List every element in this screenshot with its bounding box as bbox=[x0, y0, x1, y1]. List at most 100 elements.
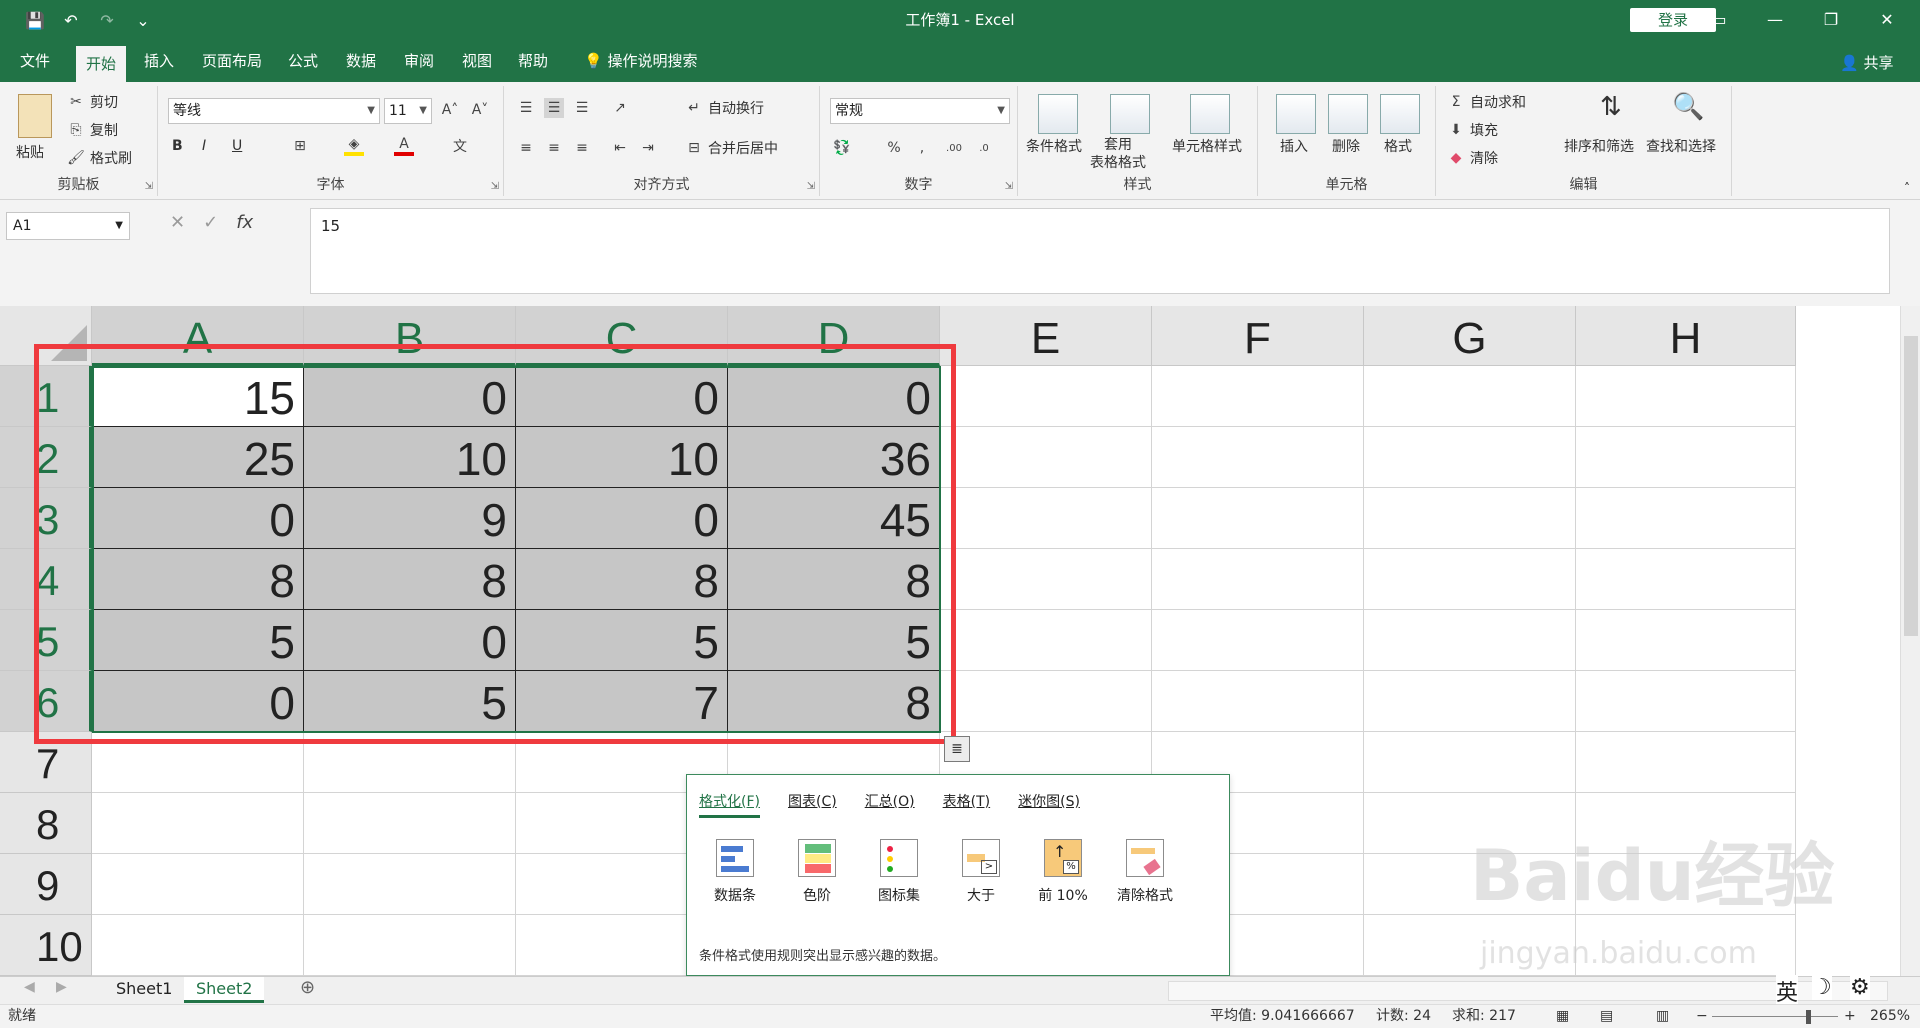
insert-function-icon[interactable]: fx bbox=[236, 212, 253, 233]
delete-cells-icon[interactable] bbox=[1328, 94, 1368, 134]
vertical-scrollbar[interactable] bbox=[1900, 306, 1920, 976]
cell-styles-button[interactable]: 单元格样式 bbox=[1172, 136, 1242, 156]
cell-c2[interactable]: 10 bbox=[516, 427, 728, 488]
insert-cells-icon[interactable] bbox=[1276, 94, 1316, 134]
row-header-10[interactable]: 10 bbox=[0, 915, 92, 976]
sheet-tab-sheet1[interactable]: Sheet1 bbox=[104, 977, 184, 1003]
page-break-view-icon[interactable]: ▥ bbox=[1656, 1005, 1669, 1027]
tab-view[interactable]: 视图 bbox=[452, 40, 502, 82]
qa-tab-format[interactable]: 格式化(F) bbox=[699, 791, 760, 818]
align-left-button[interactable]: ≡ bbox=[516, 138, 536, 158]
add-sheet-icon[interactable]: ⊕ bbox=[300, 977, 315, 998]
share-button[interactable]: 👤 共享 bbox=[1840, 52, 1893, 73]
cell-g6[interactable] bbox=[1364, 671, 1576, 732]
cell-b2[interactable]: 10 bbox=[304, 427, 516, 488]
cell-e3[interactable] bbox=[940, 488, 1152, 549]
tab-file[interactable]: 文件 bbox=[10, 40, 60, 82]
cell-b9[interactable] bbox=[304, 854, 516, 915]
format-painter-button[interactable]: 🖌 格式刷 bbox=[66, 148, 132, 168]
tab-insert[interactable]: 插入 bbox=[134, 40, 184, 82]
wrap-text-button[interactable]: ↵ 自动换行 bbox=[684, 98, 764, 118]
dialog-launcher-icon[interactable]: ⇲ bbox=[491, 181, 499, 192]
row-header-1[interactable]: 1 bbox=[0, 366, 92, 427]
tell-me-search[interactable]: 💡 操作说明搜索 bbox=[574, 40, 707, 82]
clear-button[interactable]: ◆ 清除 bbox=[1446, 148, 1498, 168]
cell-b8[interactable] bbox=[304, 793, 516, 854]
row-header-4[interactable]: 4 bbox=[0, 549, 92, 610]
number-format-combo[interactable]: 常规 ▼ bbox=[830, 98, 1010, 124]
minimize-icon[interactable]: — bbox=[1752, 4, 1798, 34]
qa-tab-charts[interactable]: 图表(C) bbox=[788, 791, 837, 818]
cell-h7[interactable] bbox=[1576, 732, 1796, 793]
row-header-5[interactable]: 5 bbox=[0, 610, 92, 671]
autosum-button[interactable]: Σ 自动求和 bbox=[1446, 92, 1526, 112]
format-cells-button[interactable]: 格式 bbox=[1384, 136, 1412, 156]
font-color-button[interactable]: A bbox=[394, 136, 414, 156]
cut-button[interactable]: ✂ 剪切 bbox=[66, 92, 118, 112]
increase-indent-button[interactable]: ⇥ bbox=[638, 138, 658, 158]
page-layout-view-icon[interactable]: ▤ bbox=[1600, 1005, 1613, 1027]
cell-a5[interactable]: 5 bbox=[92, 610, 304, 671]
cell-f1[interactable] bbox=[1152, 366, 1364, 427]
column-header-c[interactable]: C bbox=[516, 306, 728, 366]
format-cells-icon[interactable] bbox=[1380, 94, 1420, 134]
formula-input[interactable]: 15 bbox=[310, 208, 1890, 294]
insert-cells-button[interactable]: 插入 bbox=[1280, 136, 1308, 156]
cell-c1[interactable]: 0 bbox=[516, 366, 728, 427]
cell-h4[interactable] bbox=[1576, 549, 1796, 610]
align-middle-button[interactable]: ☰ bbox=[544, 98, 564, 118]
sheet-tab-sheet2[interactable]: Sheet2 bbox=[184, 977, 265, 1003]
percent-button[interactable]: % bbox=[884, 138, 904, 158]
cell-c5[interactable]: 5 bbox=[516, 610, 728, 671]
cell-a6[interactable]: 0 bbox=[92, 671, 304, 732]
scroll-next-sheet-icon[interactable]: ▶ bbox=[56, 979, 67, 995]
cell-h2[interactable] bbox=[1576, 427, 1796, 488]
cell-g3[interactable] bbox=[1364, 488, 1576, 549]
underline-button[interactable]: U bbox=[232, 138, 242, 154]
column-header-b[interactable]: B bbox=[304, 306, 516, 366]
row-header-2[interactable]: 2 bbox=[0, 427, 92, 488]
comma-button[interactable]: , bbox=[912, 138, 932, 158]
cell-g1[interactable] bbox=[1364, 366, 1576, 427]
cell-f5[interactable] bbox=[1152, 610, 1364, 671]
cell-f3[interactable] bbox=[1152, 488, 1364, 549]
zoom-out-icon[interactable]: − bbox=[1696, 1005, 1708, 1027]
cell-e5[interactable] bbox=[940, 610, 1152, 671]
close-icon[interactable]: ✕ bbox=[1864, 4, 1910, 34]
cell-c6[interactable]: 7 bbox=[516, 671, 728, 732]
zoom-slider-track[interactable] bbox=[1712, 1016, 1838, 1017]
zoom-in-icon[interactable]: + bbox=[1844, 1005, 1856, 1027]
qa-icon-set[interactable]: 图标集 bbox=[869, 839, 929, 905]
qa-tab-sparklines[interactable]: 迷你图(S) bbox=[1018, 791, 1080, 818]
borders-button[interactable]: ⊞ bbox=[290, 136, 310, 156]
cell-b1[interactable]: 0 bbox=[304, 366, 516, 427]
qa-clear-format[interactable]: 清除格式 bbox=[1115, 839, 1175, 905]
cell-a10[interactable] bbox=[92, 915, 304, 976]
cell-h1[interactable] bbox=[1576, 366, 1796, 427]
cell-f4[interactable] bbox=[1152, 549, 1364, 610]
currency-button[interactable]: 💱 bbox=[832, 138, 852, 158]
cell-a3[interactable]: 0 bbox=[92, 488, 304, 549]
cell-a9[interactable] bbox=[92, 854, 304, 915]
cell-a4[interactable]: 8 bbox=[92, 549, 304, 610]
conditional-format-button[interactable]: 条件格式 bbox=[1026, 136, 1082, 156]
qa-top-10[interactable]: ↑% 前 10% bbox=[1033, 839, 1093, 905]
row-header-6[interactable]: 6 bbox=[0, 671, 92, 732]
column-header-f[interactable]: F bbox=[1152, 306, 1364, 366]
zoom-level[interactable]: 265% bbox=[1870, 1005, 1910, 1027]
cell-g7[interactable] bbox=[1364, 732, 1576, 793]
cell-f2[interactable] bbox=[1152, 427, 1364, 488]
tab-home[interactable]: 开始 bbox=[76, 46, 127, 82]
scroll-prev-sheet-icon[interactable]: ◀ bbox=[24, 979, 35, 995]
sort-filter-button[interactable]: 排序和筛选 bbox=[1564, 136, 1634, 156]
column-header-g[interactable]: G bbox=[1364, 306, 1576, 366]
qa-tab-totals[interactable]: 汇总(O) bbox=[865, 791, 915, 818]
ime-language-indicator[interactable]: 英 bbox=[1776, 975, 1799, 1007]
quick-analysis-button[interactable]: ≣ bbox=[944, 736, 970, 762]
cell-h5[interactable] bbox=[1576, 610, 1796, 671]
cancel-icon[interactable]: ✕ bbox=[170, 212, 185, 233]
cell-g4[interactable] bbox=[1364, 549, 1576, 610]
find-select-icon[interactable]: 🔍 bbox=[1672, 92, 1704, 122]
cell-h6[interactable] bbox=[1576, 671, 1796, 732]
fill-button[interactable]: ⬇ 填充 bbox=[1446, 120, 1498, 140]
